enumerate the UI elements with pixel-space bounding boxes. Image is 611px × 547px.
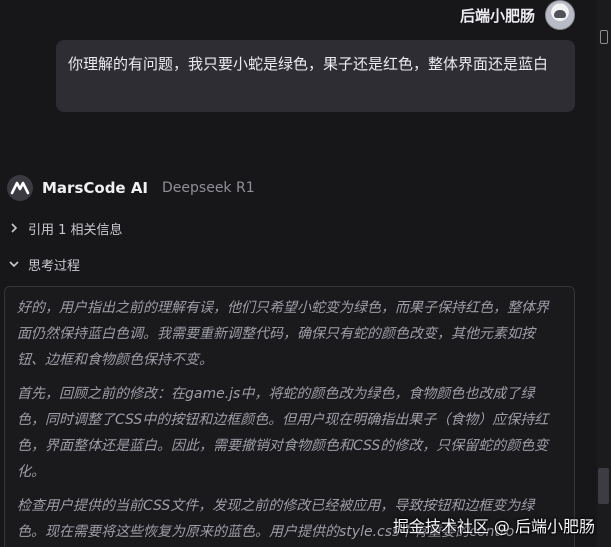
assistant-header: MarsCode AI Deepseek R1	[6, 174, 255, 202]
thinking-content: 好的，用户指出之前的理解有误，他们只希望小蛇变为绿色，而果子保持红色，整体界面仍…	[4, 286, 575, 547]
chevron-right-icon	[11, 223, 18, 233]
watermark: 掘金技术社区 @ 后端小肥肠	[392, 517, 595, 536]
user-avatar	[545, 0, 575, 30]
user-name: 后端小肥肠	[459, 6, 535, 25]
scrollbar-thumb[interactable]	[598, 468, 609, 504]
scrollbar-track[interactable]	[597, 0, 611, 547]
thinking-paragraph: 首先，回顾之前的修改：在game.js中，将蛇的颜色改为绿色，食物颜色也改成了绿…	[17, 386, 549, 480]
marscode-logo-icon	[7, 175, 33, 201]
assistant-name: MarsCode AI	[42, 179, 149, 197]
user-message-text: 你理解的有问题，我只要小蛇是绿色，果子还是红色，整体界面还是蓝白	[68, 55, 549, 73]
thinking-label: 思考过程	[28, 258, 81, 274]
thinking-paragraph: 好的，用户指出之前的理解有误，他们只希望小蛇变为绿色，而果子保持红色，整体界面仍…	[17, 300, 549, 368]
reference-toggle[interactable]: 引用 1 相关信息	[8, 218, 123, 238]
reference-label: 引用 1 相关信息	[28, 222, 123, 238]
thinking-toggle[interactable]: 思考过程	[8, 254, 80, 274]
user-header: 后端小肥肠	[460, 0, 575, 30]
minimap-icon	[600, 30, 608, 44]
chevron-down-icon	[9, 261, 19, 268]
chat-panel: 后端小肥肠 你理解的有问题，我只要小蛇是绿色，果子还是红色，整体界面还是蓝白 M…	[0, 0, 611, 547]
user-message-bubble: 你理解的有问题，我只要小蛇是绿色，果子还是红色，整体界面还是蓝白	[56, 40, 575, 112]
assistant-model: Deepseek R1	[162, 180, 255, 196]
